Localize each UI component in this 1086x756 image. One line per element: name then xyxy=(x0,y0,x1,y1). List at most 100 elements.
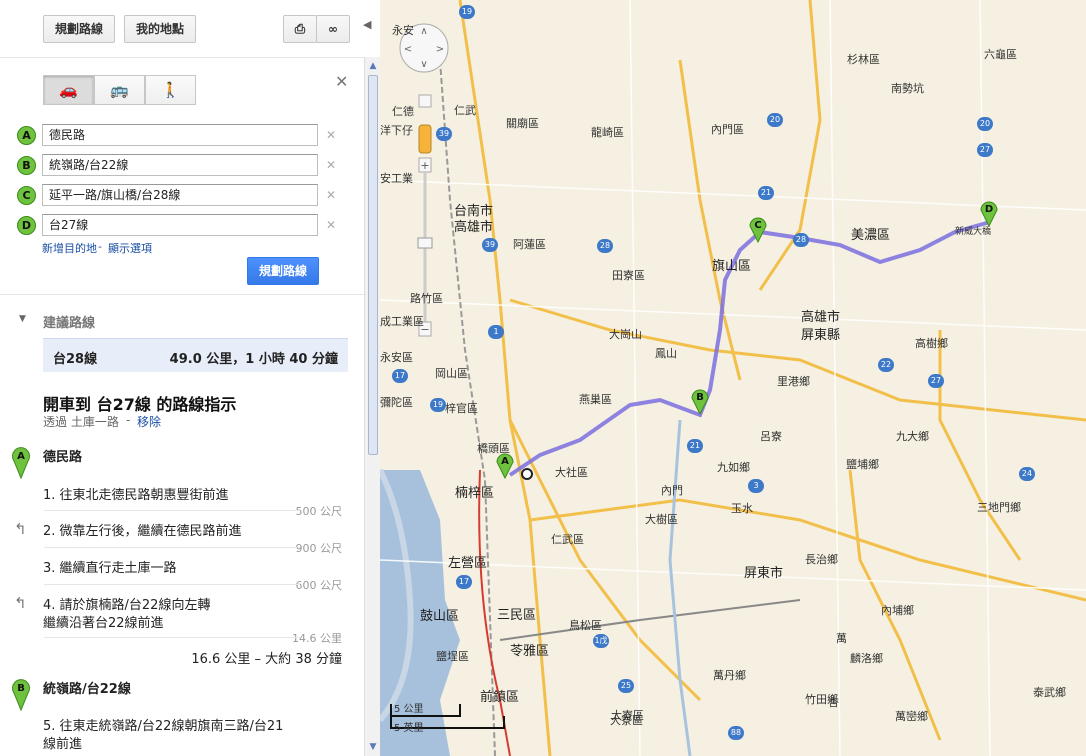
map-label: 新威大橋 xyxy=(955,227,992,237)
marker-b: B xyxy=(17,156,36,175)
mode-driving-button[interactable]: 🚗 xyxy=(43,75,94,105)
map-label: 鼓山區 xyxy=(420,609,460,624)
highway-shield-icon: 20 xyxy=(977,117,993,131)
map-label: 杉林區 xyxy=(847,53,880,66)
map-label: 仁德 xyxy=(392,105,414,118)
plan-route-tab[interactable]: 規劃路線 xyxy=(43,15,115,43)
svg-text:C: C xyxy=(754,220,761,231)
remove-waypoint-c-icon[interactable]: ✕ xyxy=(326,188,336,202)
map-label: 左營區 xyxy=(448,556,488,571)
map-label: 里港鄉 xyxy=(777,375,810,388)
marker-a: A xyxy=(17,126,36,145)
show-options-link[interactable]: 顯示選項 xyxy=(108,240,152,256)
map-label: 洋下仔 xyxy=(380,124,413,137)
step-3-distance: 600 公尺 xyxy=(295,579,343,592)
highway-shield-icon: 21 xyxy=(758,186,774,200)
map-label: 內門區 xyxy=(711,123,744,136)
turn-left-icon: ↰ xyxy=(14,594,27,612)
map-label: 鳥松區 xyxy=(569,619,602,632)
highway-shield-icon: 21 xyxy=(687,439,703,453)
map-label: 九大鄉 xyxy=(896,430,929,443)
map-label: 旗山區 xyxy=(712,259,752,274)
leg1-total: 16.6 公里 – 大約 38 分鐘 xyxy=(191,652,342,667)
highway-shield-icon: 1戊 xyxy=(593,634,609,648)
map-label: 萬 xyxy=(836,632,847,645)
svg-text:D: D xyxy=(985,204,993,215)
leg2-start-label: 統嶺路/台22線 xyxy=(43,682,131,697)
step-5-subtext: 線前進 xyxy=(43,737,83,752)
map-label: 泰武鄉 xyxy=(1033,686,1066,699)
highway-shield-icon: 22 xyxy=(878,358,894,372)
waypoint-a-input[interactable]: 德民路 xyxy=(42,124,318,146)
highway-shield-icon: 27 xyxy=(928,374,944,388)
print-icon: ⎙ xyxy=(294,22,306,37)
svg-text:B: B xyxy=(17,683,25,694)
waypoint-b-input[interactable]: 統嶺路/台22線 xyxy=(42,154,318,176)
map-label: 仁武 xyxy=(454,104,476,117)
highway-shield-icon: 19 xyxy=(430,398,446,412)
collapse-triangle-icon[interactable]: ▼ xyxy=(19,314,26,324)
map-label: 麟洛鄉 xyxy=(850,652,883,665)
map-label: 六龜區 xyxy=(984,48,1017,61)
highway-shield-icon: 24 xyxy=(1019,467,1035,481)
highway-shield-icon: 17 xyxy=(392,369,408,383)
my-places-tab[interactable]: 我的地點 xyxy=(124,15,196,43)
mode-walking-button[interactable]: 🚶 xyxy=(145,75,196,105)
scale-km: 5 公里 xyxy=(394,704,424,715)
directions-panel: 規劃路線 我的地點 ⎙ ∞ 🚗 🚌 🚶 ✕ A 德民路 ✕ B 統嶺路/台22線… xyxy=(0,0,364,756)
scroll-up-icon[interactable]: ▲ xyxy=(367,59,379,73)
svg-text:A: A xyxy=(17,451,25,462)
remove-waypoint-b-icon[interactable]: ✕ xyxy=(326,158,336,172)
highway-shield-icon: 39 xyxy=(482,238,498,252)
mode-transit-button[interactable]: 🚌 xyxy=(94,75,145,105)
close-icon[interactable]: ✕ xyxy=(335,72,348,91)
route-option[interactable]: 台28線 49.0 公里，1 小時 40 分鐘 xyxy=(43,338,348,372)
link-button[interactable]: ∞ xyxy=(316,15,350,43)
print-button[interactable]: ⎙ xyxy=(283,15,317,43)
pegman-icon[interactable] xyxy=(417,123,433,155)
highway-shield-icon: 28 xyxy=(597,239,613,253)
map-label: 橋頭區 xyxy=(477,442,510,455)
get-directions-button[interactable]: 規劃路線 xyxy=(247,257,319,285)
waypoint-c-input[interactable]: 延平一路/旗山橋/台28線 xyxy=(42,184,318,206)
map-label: 內門 xyxy=(661,484,683,497)
bus-icon: 🚌 xyxy=(110,81,129,99)
step-4-distance: 14.6 公里 xyxy=(292,632,342,645)
divider xyxy=(0,294,364,295)
slight-left-icon: ↰ xyxy=(14,520,27,538)
suggested-routes-label: 建議路線 xyxy=(43,316,96,331)
map-label: 大樹區 xyxy=(645,513,678,526)
zoom-in-button[interactable] xyxy=(417,156,433,174)
map-label: 苓雅區 xyxy=(510,644,550,659)
marker-b-pin-icon: B xyxy=(12,679,30,711)
step-3-text: 3. 繼續直行走土庫一路 xyxy=(43,561,177,576)
highway-shield-icon: 28 xyxy=(793,233,809,247)
map-label: 高雄市 xyxy=(454,220,494,235)
scroll-down-icon[interactable]: ▼ xyxy=(367,740,379,754)
leg1-start-label: 德民路 xyxy=(43,450,83,465)
remove-waypoint-d-icon[interactable]: ✕ xyxy=(326,218,336,232)
map-label: 岡山區 xyxy=(435,367,468,380)
waypoint-d-input[interactable]: 台27線 xyxy=(42,214,318,236)
via-text: 透過 土庫一路 xyxy=(43,415,119,429)
map-label: 三地門鄉 xyxy=(977,501,1021,514)
highway-shield-icon: 1 xyxy=(488,325,504,339)
collapse-panel-icon[interactable]: ◀ xyxy=(363,18,371,31)
marker-a-pin-icon: A xyxy=(12,447,30,479)
map-label: 田寮區 xyxy=(612,269,645,282)
add-destination-link[interactable]: 新增目的地 xyxy=(42,240,97,256)
map-label: 高樹鄉 xyxy=(915,337,948,350)
remove-via-link[interactable]: 移除 xyxy=(137,413,161,430)
panel-scrollbar[interactable]: ▲ ▼ xyxy=(364,57,380,756)
remove-waypoint-a-icon[interactable]: ✕ xyxy=(326,128,336,142)
map-base: A B C D ∧ ∨ < > + − xyxy=(380,0,1086,756)
scrollbar-thumb[interactable] xyxy=(368,75,378,455)
step-4-subtext: 繼續沿著台22線前進 xyxy=(43,616,164,631)
highway-shield-icon: 17 xyxy=(456,575,472,589)
route-summary: 49.0 公里，1 小時 40 分鐘 xyxy=(169,352,338,367)
step-5-text: 5. 往東走統嶺路/台22線朝旗南三路/台21 xyxy=(43,719,284,734)
highway-shield-icon: 39 xyxy=(436,127,452,141)
via-separator: - xyxy=(126,413,131,427)
map-label: 呂寮 xyxy=(760,430,782,443)
map[interactable]: A B C D ∧ ∨ < > + − 永安 仁德 洋下仔 安工業 仁武 大社區… xyxy=(380,0,1086,756)
